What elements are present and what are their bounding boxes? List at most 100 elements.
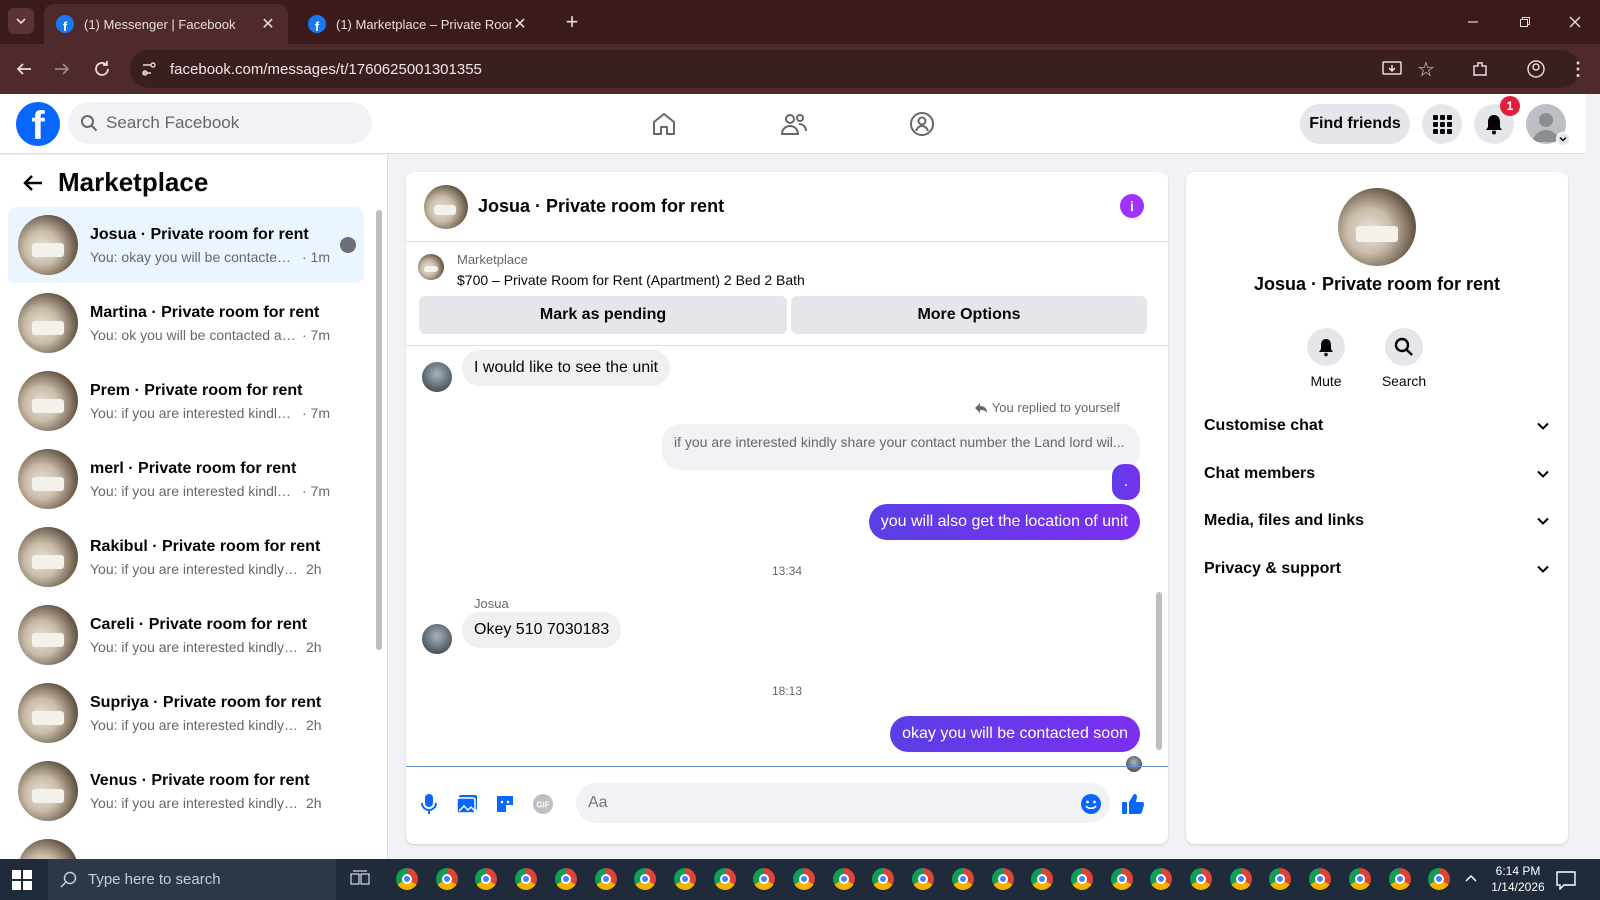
facebook-search-input[interactable]: Search Facebook	[68, 102, 372, 144]
more-options-button[interactable]: More Options	[791, 296, 1147, 334]
facebook-logo[interactable]: f	[16, 102, 60, 146]
chat-panel: Josua · Private room for rent i Marketpl…	[406, 172, 1168, 844]
chrome-taskbar-icon[interactable]	[515, 868, 538, 890]
chrome-taskbar-icon[interactable]	[1388, 868, 1411, 890]
thumbs-up-icon[interactable]	[1120, 791, 1146, 817]
browser-menu-icon[interactable]: ⋮	[1566, 57, 1590, 81]
conversation-item[interactable]: Careli · Private room for rent You: if yo…	[8, 597, 364, 673]
new-tab-button[interactable]: +	[560, 9, 584, 34]
media-files-links-section[interactable]: Media, files and links	[1204, 501, 1550, 541]
chrome-taskbar-icon[interactable]	[1031, 868, 1054, 890]
conversation-item[interactable]: Hemanth · Private room for rent	[8, 831, 364, 859]
task-view-icon[interactable]	[350, 870, 370, 888]
mark-as-pending-button[interactable]: Mark as pending	[419, 296, 787, 334]
chrome-taskbar-icon[interactable]	[713, 868, 736, 890]
outgoing-message: .	[1112, 464, 1140, 500]
message-input[interactable]	[576, 783, 1110, 823]
conversation-item[interactable]: merl · Private room for rent You: if you …	[8, 441, 364, 517]
sidebar-header: Marketplace	[22, 167, 208, 198]
chrome-taskbar-icon[interactable]	[435, 868, 458, 890]
taskbar-search[interactable]: Type here to search	[48, 859, 336, 900]
preview-text: You: ok you will be contacted at y...	[90, 326, 296, 343]
chrome-taskbar-icon[interactable]	[991, 868, 1014, 890]
chrome-taskbar-icon[interactable]	[475, 868, 498, 890]
chrome-taskbar-icon[interactable]	[1428, 868, 1451, 890]
quoted-message[interactable]: if you are interested kindly share your …	[662, 424, 1140, 470]
chrome-taskbar-icon[interactable]	[793, 868, 815, 890]
chrome-taskbar-icon[interactable]	[673, 868, 696, 890]
customise-chat-section[interactable]: Customise chat	[1204, 406, 1550, 446]
chrome-taskbar-icon[interactable]	[951, 868, 974, 890]
search-in-chat-button[interactable]: Search	[1374, 328, 1434, 389]
chat-scrollbar[interactable]	[1156, 592, 1162, 750]
listing-thumbnail[interactable]	[418, 254, 444, 280]
site-info-icon[interactable]	[140, 60, 158, 78]
sender-name: Josua	[474, 596, 509, 611]
conversation-item[interactable]: Rakibul · Private room for rent You: if y…	[8, 519, 364, 595]
chrome-taskbar-icon[interactable]	[1150, 868, 1173, 890]
chrome-taskbar-icon[interactable]	[1190, 868, 1212, 890]
sidebar-scrollbar[interactable]	[376, 210, 382, 650]
chrome-taskbar-icon[interactable]	[1070, 868, 1093, 890]
chat-members-section[interactable]: Chat members	[1204, 454, 1550, 494]
extensions-icon[interactable]	[1468, 57, 1492, 81]
close-window-button[interactable]	[1562, 10, 1588, 34]
chrome-taskbar-icon[interactable]	[872, 868, 895, 890]
privacy-support-section[interactable]: Privacy & support	[1204, 549, 1550, 589]
bookmark-star-icon[interactable]: ☆	[1414, 57, 1438, 81]
forward-button[interactable]	[50, 57, 74, 81]
chrome-taskbar-icon[interactable]	[1309, 868, 1332, 890]
listing-title[interactable]: $700 – Private Room for Rent (Apartment)…	[457, 272, 805, 288]
start-button[interactable]	[12, 870, 32, 890]
microphone-icon[interactable]	[416, 791, 442, 817]
chrome-taskbar-icon[interactable]	[1269, 868, 1292, 890]
chat-title[interactable]: Josua · Private room for rent	[478, 196, 724, 217]
gif-icon[interactable]: GIF	[530, 791, 556, 817]
notification-center-icon[interactable]	[1556, 870, 1576, 890]
account-chevron-icon[interactable]	[1556, 132, 1570, 146]
tab-list-button[interactable]	[8, 8, 34, 34]
chrome-taskbar-icon[interactable]	[634, 868, 657, 890]
restore-window-button[interactable]	[1512, 10, 1538, 34]
conversation-item[interactable]: Martina · Private room for rent You: ok y…	[8, 285, 364, 361]
chrome-taskbar-icon[interactable]	[1229, 868, 1252, 890]
chrome-taskbar-icon[interactable]	[832, 868, 855, 890]
chrome-taskbar-icon[interactable]	[396, 868, 418, 890]
taskbar-clock[interactable]: 6:14 PM 1/14/2026	[1490, 863, 1546, 895]
back-button[interactable]	[12, 57, 36, 81]
chrome-taskbar-icon[interactable]	[1110, 868, 1133, 890]
tray-chevron-up-icon[interactable]	[1464, 872, 1478, 886]
menu-button[interactable]	[1422, 104, 1462, 144]
emoji-icon[interactable]	[1078, 791, 1104, 817]
back-arrow-icon[interactable]	[22, 172, 44, 194]
chrome-taskbar-icon[interactable]	[912, 868, 935, 890]
home-nav-button[interactable]	[646, 106, 682, 142]
browser-tab-marketplace[interactable]: f (1) Marketplace – Private Room fo ✕	[296, 4, 540, 44]
close-tab-icon[interactable]: ✕	[512, 14, 528, 34]
reload-button[interactable]	[90, 57, 114, 81]
find-friends-button[interactable]: Find friends	[1300, 104, 1410, 144]
sticker-icon[interactable]	[492, 791, 518, 817]
chrome-taskbar-icon[interactable]	[753, 868, 776, 890]
install-app-icon[interactable]	[1380, 57, 1404, 81]
details-avatar[interactable]	[1338, 188, 1416, 266]
conversation-item[interactable]: Josua · Private room for rent You: okay y…	[8, 207, 364, 283]
chat-avatar[interactable]	[424, 184, 468, 229]
minimize-window-button[interactable]	[1460, 10, 1486, 34]
conversation-item[interactable]: Supriya · Private room for rent You: if y…	[8, 675, 364, 751]
friends-nav-button[interactable]	[776, 106, 812, 142]
close-tab-icon[interactable]: ✕	[260, 14, 276, 34]
photo-icon[interactable]	[454, 791, 480, 817]
address-bar[interactable]: facebook.com/messages/t/1760625001301355	[130, 50, 1580, 88]
info-icon[interactable]: i	[1120, 194, 1144, 218]
chrome-taskbar-icon[interactable]	[1348, 868, 1371, 890]
profile-icon[interactable]	[1524, 57, 1548, 81]
chrome-taskbar-icon[interactable]	[594, 868, 617, 890]
mute-button[interactable]: Mute	[1296, 328, 1356, 389]
facebook-header: f Search Facebook Find friends 1	[0, 94, 1586, 154]
conversation-item[interactable]: Venus · Private room for rent You: if you…	[8, 753, 364, 829]
chrome-taskbar-icon[interactable]	[554, 868, 577, 890]
conversation-item[interactable]: Prem · Private room for rent You: if you …	[8, 363, 364, 439]
browser-tab-messenger[interactable]: f (1) Messenger | Facebook ✕	[44, 4, 288, 44]
groups-nav-button[interactable]	[904, 106, 940, 142]
